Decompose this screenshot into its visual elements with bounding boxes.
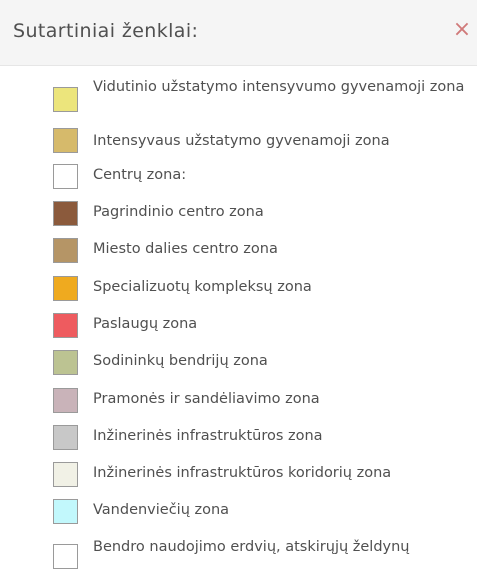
legend-swatch [53, 313, 78, 338]
legend-swatch [53, 201, 78, 226]
legend-swatch [53, 128, 78, 153]
legend-swatch [53, 350, 78, 375]
legend-label: Pagrindinio centro zona [93, 204, 264, 220]
legend-label: Intensyvaus užstatymo gyvenamoji zona [93, 133, 390, 149]
legend-item: Intensyvaus užstatymo gyvenamoji zona [0, 126, 477, 156]
legend-item: Centrų zona: [0, 162, 477, 192]
legend-label: Pramonės ir sandėliavimo zona [93, 391, 320, 407]
legend-item: Miesto dalies centro zona [0, 236, 477, 266]
legend-label: Vidutinio užstatymo intensyvumo gyvenamo… [93, 79, 465, 95]
legend-swatch [53, 238, 78, 263]
close-icon[interactable]: × [450, 16, 474, 44]
legend-label: Bendro naudojimo erdvių, atskirųjų želdy… [93, 539, 410, 555]
legend-swatch [53, 499, 78, 524]
legend-label: Miesto dalies centro zona [93, 241, 278, 257]
legend-item: Specializuotų kompleksų zona [0, 274, 477, 304]
legend-header: Sutartiniai ženklai: × [0, 0, 477, 66]
legend-item: Vidutinio užstatymo intensyvumo gyvenamo… [0, 74, 477, 122]
legend-label: Inžinerinės infrastruktūros zona [93, 428, 323, 444]
legend-item: Vandenviečių zona [0, 497, 477, 527]
legend-swatch [53, 164, 78, 189]
legend-swatch [53, 425, 78, 450]
legend-label: Centrų zona: [93, 167, 187, 183]
legend-swatch [53, 276, 78, 301]
legend-label: Specializuotų kompleksų zona [93, 279, 312, 295]
legend-swatch [53, 462, 78, 487]
legend-item: Paslaugų zona [0, 311, 477, 341]
legend-label: Paslaugų zona [93, 316, 198, 332]
legend-swatch [53, 388, 78, 413]
legend-item: Inžinerinės infrastruktūros koridorių zo… [0, 460, 477, 490]
legend-label: Inžinerinės infrastruktūros koridorių zo… [93, 465, 392, 481]
legend-label: Sodininkų bendrijų zona [93, 353, 268, 369]
legend-item: Inžinerinės infrastruktūros zona [0, 423, 477, 453]
legend-swatch [53, 87, 78, 112]
legend-title: Sutartiniai ženklai: [13, 20, 199, 42]
legend-swatch [53, 544, 78, 569]
legend-item: Pagrindinio centro zona [0, 199, 477, 229]
legend-item: Sodininkų bendrijų zona [0, 348, 477, 378]
legend-label: Vandenviečių zona [93, 502, 230, 518]
legend-item: Pramonės ir sandėliavimo zona [0, 386, 477, 416]
